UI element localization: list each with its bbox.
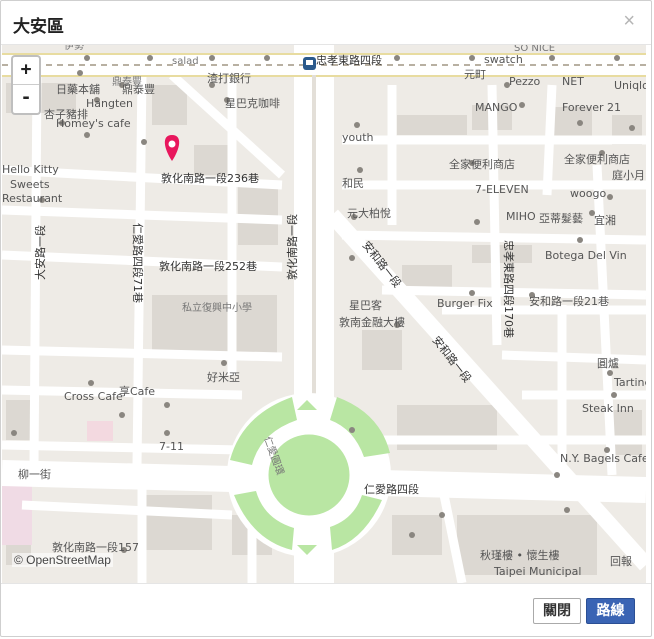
label-zhongxiao-rd4: 忠孝東路四段: [316, 53, 382, 67]
label-salad: salad: [172, 56, 199, 67]
label-xiao-yue: 庭小月: [612, 168, 645, 182]
metro-station-icon: [303, 57, 316, 70]
close-button[interactable]: 關閉: [533, 598, 581, 624]
label-taipei-muni: Taipei Municipal: [493, 565, 581, 578]
label-mango: MANGO: [475, 101, 518, 114]
label-net: NET: [562, 75, 584, 88]
label-pezzo: Pezzo: [509, 75, 541, 88]
map-dialog: 大安區 × 忠孝東路四段 伊勢 salad SO NICE swatch 渣打銀…: [0, 0, 652, 637]
label-hangten: Hangten: [86, 97, 133, 110]
label-qiaoyu: 渣打銀行: [207, 71, 251, 85]
map-poi-area-left: [2, 485, 32, 545]
label-woogo: woogo: [570, 187, 606, 200]
label-yuanmen: 元町: [464, 68, 486, 81]
zoom-control: + -: [11, 55, 41, 115]
label-cafe-ren: 享Cafe: [119, 384, 155, 398]
label-yuanjiyue: 元大柏悅: [347, 206, 391, 220]
label-anhe-rd1-21: 安和路一段21巷: [529, 294, 609, 308]
label-tartine: Tartine: [613, 376, 646, 389]
dialog-title: 大安區: [13, 17, 64, 37]
label-liuyi-jie: 柳一街: [18, 467, 51, 481]
zoom-out-button[interactable]: -: [13, 85, 39, 113]
zoom-in-button[interactable]: +: [13, 57, 39, 85]
label-xingbake: 星巴克咖啡: [225, 96, 280, 110]
map-attribution[interactable]: © OpenStreetMap: [12, 553, 113, 567]
label-steak-inn: Steak Inn: [582, 402, 634, 415]
label-ny-bagels: N.Y. Bagels Cafe: [560, 452, 646, 465]
label-hello-kitty-1: Hello Kitty: [2, 163, 59, 176]
label-xingbake-2: 星巴客: [349, 298, 382, 312]
label-dunhua-rd1: 敦化南路一段: [285, 214, 299, 280]
label-kao-sub: 鼎泰豐: [112, 75, 142, 88]
label-family-mart-1: 全家便利商店: [449, 157, 515, 171]
label-dunhua-252: 敦化南路一段252巷: [159, 259, 257, 273]
label-swatch: swatch: [484, 53, 523, 66]
label-miho: MIHO: [506, 210, 536, 223]
dialog-footer: 關閉 路線: [1, 583, 651, 638]
label-hello-kitty-2: Sweets: [10, 178, 50, 191]
label-haomi: 好米亞: [207, 370, 240, 384]
label-ren-ai-rd4: 仁愛路四段: [364, 482, 419, 496]
label-ji-yu: 伊勢: [64, 45, 84, 52]
label-seven-eleven-2: 7-11: [159, 440, 184, 453]
label-daan-rd1: 大安路一段: [33, 225, 47, 280]
label-qiulun: 秋瑾樓 • 懷生樓: [480, 548, 559, 562]
map-poi-area: [87, 421, 113, 441]
label-fuxing-school: 私立復興中小學: [182, 301, 252, 314]
map-view[interactable]: 忠孝東路四段 伊勢 salad SO NICE swatch 渣打銀行 日藥本舖…: [2, 45, 646, 583]
location-pin-icon[interactable]: [164, 135, 180, 161]
label-burger-fix: Burger Fix: [437, 297, 493, 310]
label-forever21: Forever 21: [562, 101, 621, 114]
label-hello-kitty-3: Restaurant: [2, 192, 63, 205]
label-dunnan-building: 敦南金融大樓: [339, 315, 405, 329]
label-family-mart-2: 全家便利商店: [564, 152, 630, 166]
label-botega: Botega Del Vin: [545, 249, 627, 262]
close-icon[interactable]: ×: [623, 11, 635, 31]
label-dong-qu: 日藥本舖: [56, 82, 100, 96]
label-asia-hair: 亞蒂髮藝: [539, 211, 583, 225]
label-qingcha: 宜湘: [594, 213, 616, 227]
label-youth: youth: [342, 131, 374, 144]
label-renai-ya: 圓爐: [597, 356, 619, 370]
label-seven-eleven-1: 7-ELEVEN: [475, 183, 529, 196]
label-he-min: 和民: [342, 177, 364, 190]
route-button[interactable]: 路線: [586, 598, 635, 624]
label-cross-cafe: Cross Cafe: [64, 390, 123, 403]
label-huibao: 回報: [610, 555, 632, 568]
label-homeys: Homey's cafe: [56, 117, 131, 130]
label-uniqlo: Uniqlo: [614, 79, 646, 92]
map-canvas[interactable]: 忠孝東路四段 伊勢 salad SO NICE swatch 渣打銀行 日藥本舖…: [2, 45, 646, 583]
label-fuxing-157: 敦化南路一段157: [52, 540, 139, 554]
label-zhongxiao-170: 忠孝東路四段170巷: [502, 240, 516, 338]
dialog-header: 大安區 ×: [1, 1, 651, 45]
label-dunhua-236: 敦化南路一段236巷: [161, 171, 259, 185]
label-ren-ai-71: 仁愛路四段71巷: [131, 223, 145, 303]
map-roundabout-center: [265, 431, 353, 519]
